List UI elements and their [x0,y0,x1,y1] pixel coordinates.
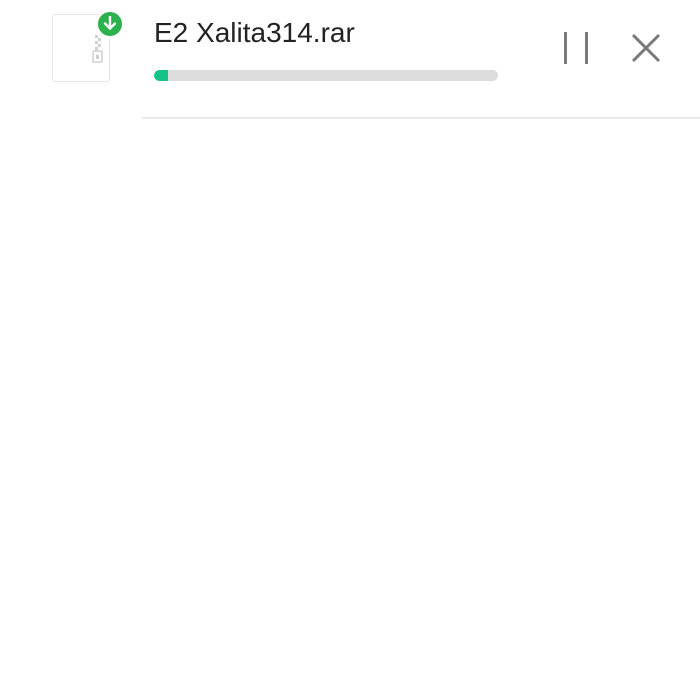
cancel-download-button[interactable] [626,28,666,68]
archive-file-icon [92,35,103,63]
download-notification-page: E2 Xalita314.rar [0,0,700,700]
download-arrow-icon [103,16,117,30]
download-progress-bar [154,70,498,81]
item-divider [142,117,700,119]
download-item[interactable]: E2 Xalita314.rar [0,0,700,119]
file-name: E2 Xalita314.rar [154,17,355,48]
pause-button[interactable] [556,28,596,68]
close-icon [631,33,661,63]
download-badge [96,10,124,38]
download-progress-fill [154,70,168,81]
